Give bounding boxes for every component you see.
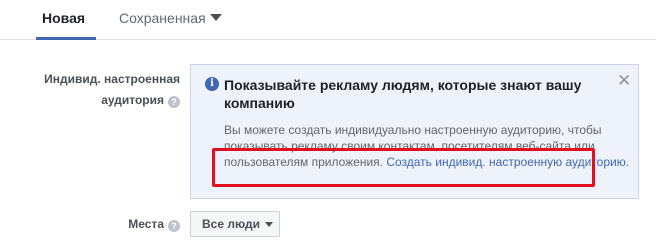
audience-label-text: аудитория (101, 93, 164, 107)
tab-new-label: Новая (42, 10, 86, 26)
active-tab-indicator (36, 37, 96, 40)
info-icon: i (205, 77, 219, 91)
tab-bar: Новая Сохраненная (0, 0, 656, 40)
caret-down-icon (209, 14, 222, 21)
info-box-title: Показывайте рекламу людям, которые знают… (224, 77, 582, 111)
close-icon[interactable]: ✕ (617, 72, 631, 90)
places-dropdown-value: Все люди (202, 217, 261, 231)
tab-new[interactable]: Новая (42, 9, 85, 27)
places-label: Места? (128, 212, 180, 236)
question-icon[interactable]: ? (168, 220, 180, 232)
places-dropdown[interactable]: Все люди (190, 211, 280, 237)
annotation-highlight-box (212, 148, 595, 187)
question-icon[interactable]: ? (168, 96, 180, 108)
places-label-text: Места (128, 217, 164, 231)
tab-saved[interactable]: Сохраненная (119, 9, 222, 27)
audience-label-line2: аудитория? (101, 88, 180, 112)
chevron-down-icon (265, 222, 273, 227)
tab-saved-label: Сохраненная (119, 10, 206, 26)
